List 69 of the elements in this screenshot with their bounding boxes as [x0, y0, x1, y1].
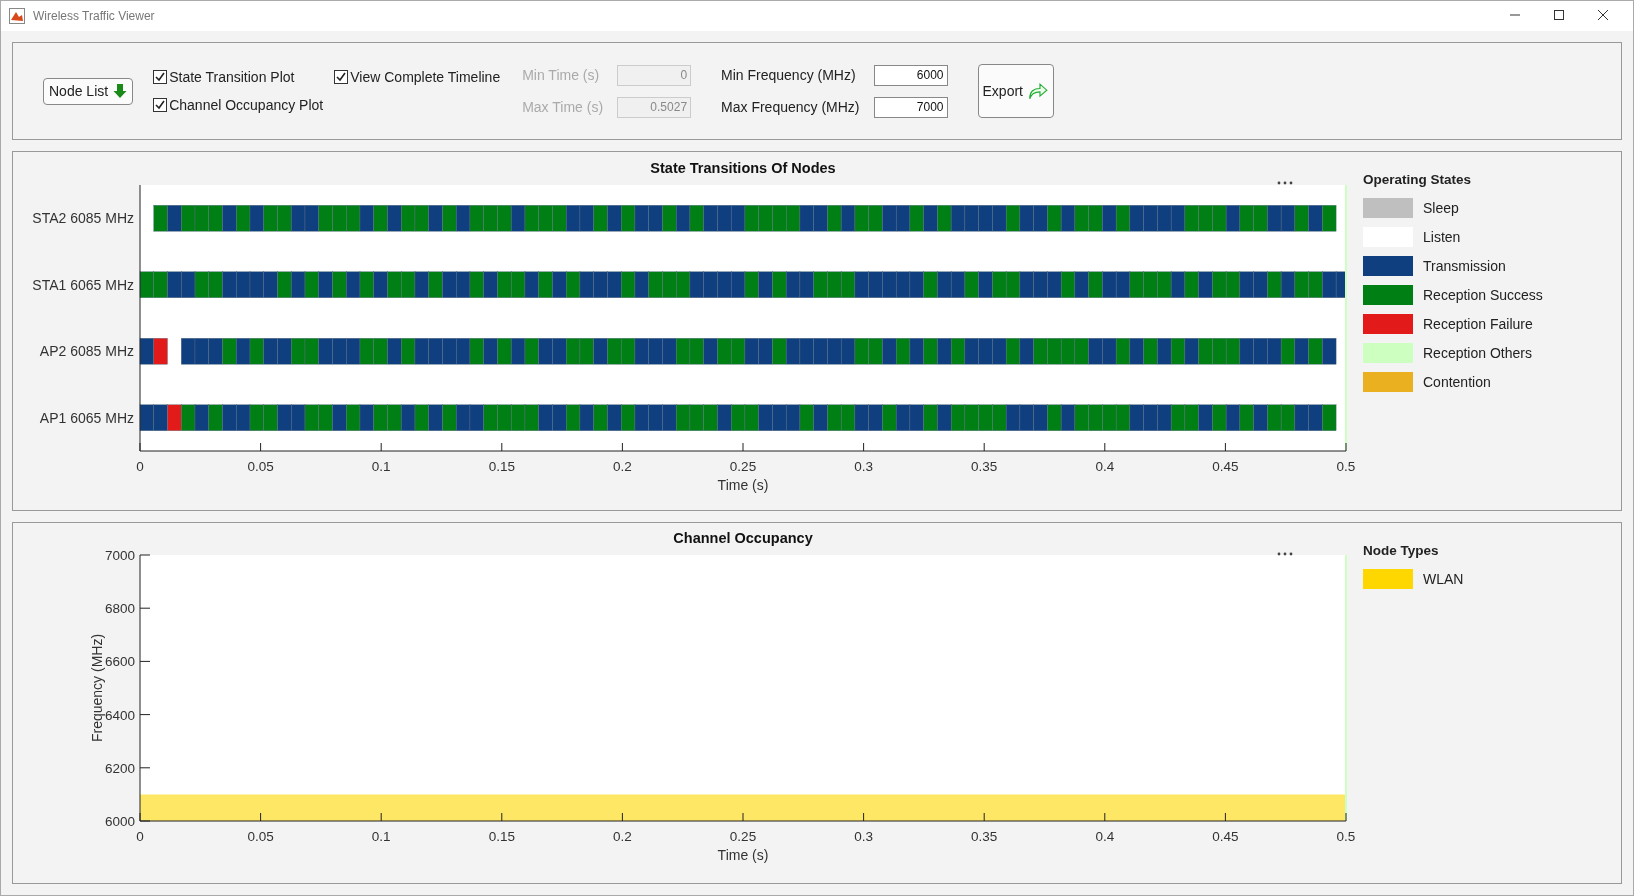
tick-label: 6800	[104, 601, 135, 617]
tick-label: 0.15	[488, 829, 515, 844]
legend-title: Node Types	[1363, 543, 1440, 558]
row-label: STA2 6085 MHz	[32, 210, 134, 227]
checkbox[interactable]	[153, 70, 168, 84]
checkbox-label[interactable]: State Transition Plot	[169, 69, 295, 85]
legend-label: Contention	[1423, 374, 1491, 390]
input-field[interactable]: 6000	[873, 64, 948, 86]
axis-label: Time (s)	[717, 847, 769, 863]
tick-label: 0.45	[1212, 459, 1239, 474]
chart-title: State Transitions Of Nodes	[650, 160, 836, 176]
legend-label: Reception Others	[1423, 345, 1532, 361]
tick-label: 0.15	[488, 459, 515, 474]
export-button[interactable]: Export	[977, 64, 1054, 118]
close-icon[interactable]	[1597, 9, 1609, 21]
tick-label: 0.35	[971, 829, 998, 844]
arrow-icon	[1028, 80, 1049, 102]
tick-label: 6600	[104, 654, 135, 670]
down-arrow-icon	[113, 83, 128, 99]
tick-label: 0.1	[371, 829, 391, 844]
field-label: Min Time (s)	[522, 67, 601, 83]
tick-label: 0.5	[1336, 459, 1356, 474]
tick-label: 6200	[104, 760, 135, 776]
maximize-icon[interactable]	[1553, 9, 1565, 21]
tick-label: 0.3	[854, 459, 873, 474]
checkbox[interactable]	[334, 70, 349, 84]
legend-title: Operating States	[1363, 172, 1473, 187]
legend-label: Sleep	[1423, 200, 1459, 216]
tick-label: 0.5	[1336, 829, 1356, 844]
tick-label: 0.1	[371, 459, 391, 474]
row-label: AP2 6085 MHz	[39, 343, 134, 360]
legend-label: Reception Failure	[1423, 316, 1533, 332]
more-options-icon[interactable]	[1277, 552, 1293, 556]
tick-label: 0.2	[613, 459, 632, 474]
legend-label: Listen	[1423, 229, 1461, 245]
axis-label: Frequency (MHz)	[89, 633, 105, 743]
tick-label: 0	[136, 459, 144, 474]
row-label: AP1 6065 MHz	[39, 409, 134, 426]
legend-label: WLAN	[1423, 571, 1464, 587]
axis-label: Time (s)	[717, 477, 769, 493]
tick-label: 6400	[104, 707, 135, 723]
chart-title: Channel Occupancy	[673, 530, 813, 546]
field-label: Max Time (s)	[522, 99, 604, 115]
tick-label: 0.4	[1095, 459, 1115, 474]
legend-label: Reception Success	[1423, 287, 1543, 303]
tick-label: 7000	[104, 548, 135, 563]
checkbox-label[interactable]: View Complete Timeline	[350, 69, 501, 85]
legend-label: Transmission	[1423, 258, 1506, 274]
tick-label: 0.35	[971, 459, 998, 474]
checkbox[interactable]	[153, 98, 168, 112]
field-label: Min Frequency (MHz)	[721, 67, 857, 83]
node-list-button[interactable]: Node List	[43, 77, 134, 105]
checkbox-label[interactable]: Channel Occupancy Plot	[169, 97, 324, 113]
more-options-icon[interactable]	[1277, 181, 1293, 185]
tick-label: 0.45	[1212, 829, 1239, 844]
tick-label: 0.05	[247, 829, 274, 844]
tick-label: 0.05	[247, 459, 274, 474]
app-icon	[9, 8, 25, 24]
tick-label: 0	[136, 829, 144, 844]
row-label: STA1 6065 MHz	[32, 276, 134, 293]
window-title: Wireless Traffic Viewer	[33, 9, 156, 23]
tick-label: 0.2	[613, 829, 632, 844]
tick-label: 0.4	[1095, 829, 1115, 844]
input-field[interactable]: 7000	[873, 96, 948, 118]
tick-label: 0.25	[729, 459, 757, 474]
tick-label: 0.3	[854, 829, 873, 844]
tick-label: 6000	[104, 814, 135, 829]
tick-label: 0.25	[729, 829, 757, 844]
field-label: Max Frequency (MHz)	[721, 99, 860, 115]
